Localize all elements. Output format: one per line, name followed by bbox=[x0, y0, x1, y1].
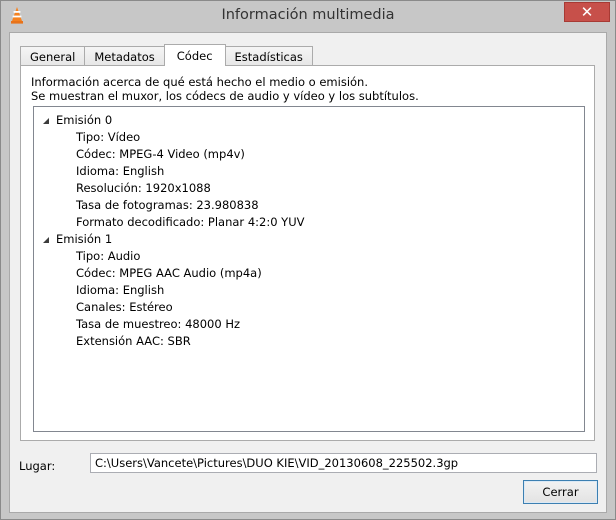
dialog-client-area: General Metadatos Códec Estadísticas Inf… bbox=[9, 32, 607, 513]
tree-node-stream-0[interactable]: Emisión 0 bbox=[34, 112, 584, 129]
tree-node-label: Emisión 0 bbox=[56, 113, 113, 127]
tab-bar: General Metadatos Códec Estadísticas bbox=[20, 44, 313, 66]
tree-leaf[interactable]: Tasa de muestreo: 48000 Hz bbox=[76, 316, 240, 333]
tree-leaf[interactable]: Tasa de fotogramas: 23.980838 bbox=[76, 197, 259, 214]
title-bar[interactable]: Información multimedia ✕ bbox=[1, 1, 615, 32]
tree-leaf[interactable]: Idioma: English bbox=[76, 163, 164, 180]
location-label: Lugar: bbox=[19, 459, 56, 473]
tree-leaf[interactable]: Resolución: 1920x1088 bbox=[76, 180, 211, 197]
codec-tab-panel: Información acerca de qué está hecho el … bbox=[20, 65, 595, 441]
location-field[interactable]: C:\Users\Vancete\Pictures\DUO KIE\VID_20… bbox=[90, 453, 597, 473]
tab-estadisticas[interactable]: Estadísticas bbox=[224, 46, 313, 66]
tree-leaf[interactable]: Tipo: Audio bbox=[76, 248, 140, 265]
close-icon: ✕ bbox=[580, 2, 594, 21]
tab-codec[interactable]: Códec bbox=[163, 44, 226, 66]
codec-description: Información acerca de qué está hecho el … bbox=[31, 75, 419, 103]
description-line-1: Información acerca de qué está hecho el … bbox=[31, 75, 368, 89]
tree-leaf[interactable]: Códec: MPEG-4 Video (mp4v) bbox=[76, 146, 245, 163]
tab-general[interactable]: General bbox=[20, 46, 86, 66]
triangle-expanded-icon[interactable] bbox=[42, 231, 50, 248]
tree-leaf[interactable]: Tipo: Vídeo bbox=[76, 129, 140, 146]
window-title: Información multimedia bbox=[221, 7, 395, 23]
description-line-2: Se muestran el muxor, los códecs de audi… bbox=[31, 89, 419, 103]
tree-leaf[interactable]: Extensión AAC: SBR bbox=[76, 333, 191, 350]
tree-leaf[interactable]: Formato decodificado: Planar 4:2:0 YUV bbox=[76, 214, 304, 231]
tree-leaf[interactable]: Canales: Estéreo bbox=[76, 299, 173, 316]
tree-leaf[interactable]: Idioma: English bbox=[76, 282, 164, 299]
close-button-label: Cerrar bbox=[542, 485, 579, 499]
tab-metadatos[interactable]: Metadatos bbox=[84, 46, 165, 66]
codec-tree-view[interactable]: Emisión 0 Tipo: Vídeo Códec: MPEG-4 Vide… bbox=[33, 106, 585, 432]
tree-node-stream-1[interactable]: Emisión 1 bbox=[34, 231, 584, 248]
tree-leaf[interactable]: Códec: MPEG AAC Audio (mp4a) bbox=[76, 265, 262, 282]
close-button[interactable]: Cerrar bbox=[523, 480, 598, 504]
triangle-expanded-icon[interactable] bbox=[42, 112, 50, 129]
tree-node-label: Emisión 1 bbox=[56, 232, 113, 246]
window-close-button[interactable]: ✕ bbox=[564, 2, 610, 22]
media-info-window: Información multimedia ✕ General Metadat… bbox=[0, 0, 616, 520]
